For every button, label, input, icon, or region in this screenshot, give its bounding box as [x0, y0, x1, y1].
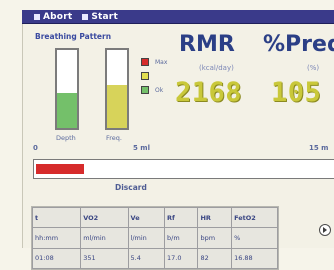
depth-label: Depth — [56, 134, 76, 142]
table-unit: b/m — [164, 227, 199, 249]
stop-icon — [34, 13, 40, 20]
table-cell: 351 — [80, 247, 129, 270]
progress-fill — [36, 164, 84, 174]
abort-menu[interactable]: Abort — [34, 12, 72, 22]
legend-label-max: Max — [155, 58, 168, 66]
legend-item-mid — [141, 72, 167, 80]
scale-right-label: 15 m — [309, 144, 329, 152]
table-header: Ve — [127, 206, 166, 229]
pred-value: 105 — [271, 77, 322, 108]
table-cell: 16.88 — [231, 247, 278, 270]
legend-item-ok: Ok — [141, 86, 167, 94]
legend-item-max: Max — [141, 58, 167, 66]
frequency-bar — [105, 48, 129, 130]
frequency-bar-fill — [107, 85, 127, 128]
legend-swatch-mid — [141, 72, 149, 80]
table-header: Rf — [164, 206, 199, 229]
legend-label-ok: Ok — [155, 86, 164, 94]
table-unit: ml/min — [80, 227, 129, 249]
start-menu[interactable]: Start — [82, 12, 118, 22]
table-row: 01:08 351 5.4 17.0 82 16.88 — [31, 247, 278, 270]
table-cell: 01:08 — [31, 247, 82, 270]
discard-label: Discard — [115, 183, 147, 192]
table-header: HR — [197, 206, 233, 229]
scale-mid-label: 5 ml — [133, 144, 151, 152]
table-unit: l/min — [127, 227, 166, 249]
rmr-title: RMR — [179, 32, 235, 57]
table-unit: bpm — [197, 227, 233, 249]
table-header: t — [31, 206, 82, 229]
pred-unit: (%) — [307, 64, 320, 72]
rmr-unit: (kcal/day) — [199, 64, 234, 72]
frequency-label: Freq. — [106, 134, 122, 142]
depth-bar-fill — [57, 92, 77, 128]
pred-title: %Pred — [263, 32, 334, 57]
table-header-row: t VO2 Ve Rf HR FetO2 — [31, 206, 278, 229]
depth-bar — [55, 48, 79, 130]
play-icon — [82, 13, 89, 20]
next-arrow-icon[interactable] — [319, 224, 331, 236]
table-unit-row: hh:mm ml/min l/min b/m bpm % — [31, 227, 278, 249]
legend: Max Ok — [141, 58, 167, 100]
table-cell: 5.4 — [127, 247, 166, 270]
legend-swatch-max — [141, 58, 149, 66]
progress-bar — [33, 159, 334, 179]
table-cell: 82 — [197, 247, 233, 270]
table-header: FetO2 — [231, 206, 278, 229]
table-unit: hh:mm — [31, 227, 82, 249]
table-header: VO2 — [80, 206, 129, 229]
abort-label: Abort — [43, 11, 73, 22]
start-label: Start — [91, 11, 118, 22]
table-cell: 17.0 — [164, 247, 199, 270]
legend-swatch-ok — [141, 86, 149, 94]
table-unit: % — [231, 227, 278, 249]
breathing-pattern-title: Breathing Pattern — [35, 32, 112, 41]
scale-left-label: 0 — [33, 144, 38, 152]
rmr-value: 2168 — [175, 77, 243, 108]
monitor-panel: Breathing Pattern Depth Freq. Max Ok RMR… — [22, 24, 334, 270]
menu-bar: Abort Start — [22, 10, 334, 24]
results-table: t VO2 Ve Rf HR FetO2 hh:mm ml/min l/min … — [31, 206, 279, 270]
